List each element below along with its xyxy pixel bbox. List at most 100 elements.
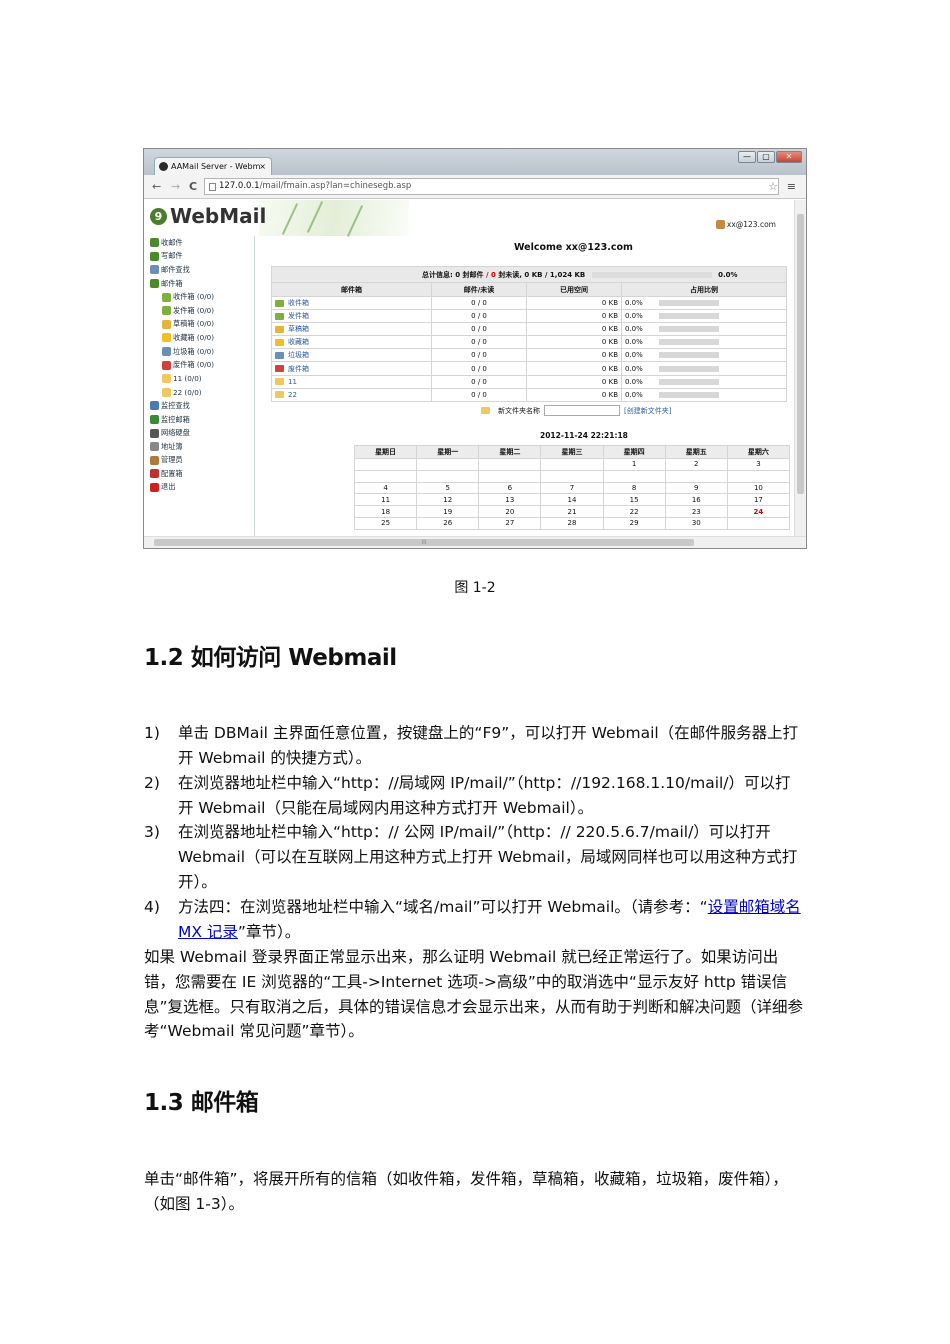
sidebar-item[interactable]: 收邮件: [150, 236, 255, 250]
section-heading-1-3: 1.3 邮件箱: [144, 1090, 259, 1116]
calendar-day[interactable]: 28: [540, 516, 604, 530]
calendar-day[interactable]: 16: [664, 493, 728, 507]
forward-icon[interactable]: →: [171, 180, 180, 193]
sidebar-item[interactable]: 发件箱 (0/0): [150, 304, 255, 318]
address-bar[interactable]: 127.0.0.1/mail/fmain.asp?lan=chinesegb.a…: [204, 178, 779, 195]
sidebar-item[interactable]: 监控查找: [150, 399, 255, 413]
webmail-logo: 9 WebMail: [150, 204, 266, 228]
mailbox-name-cell[interactable]: 收藏箱: [271, 335, 432, 350]
mailbox-row[interactable]: 草稿箱 0 / 00 KB 0.0%: [271, 322, 787, 337]
new-folder-form: 新文件夹名称 [创建新文件夹]: [481, 405, 671, 416]
calendar-day[interactable]: 18: [353, 505, 418, 518]
summary-label: 总计信息:: [422, 270, 453, 279]
minimize-button[interactable]: —: [738, 151, 756, 163]
create-folder-button[interactable]: [创建新文件夹]: [624, 406, 671, 416]
calendar-day[interactable]: 19: [416, 505, 480, 518]
vertical-scroll-thumb[interactable]: [797, 214, 804, 494]
calendar-day[interactable]: 24: [726, 505, 791, 518]
calendar-day[interactable]: 6: [478, 481, 542, 495]
back-icon[interactable]: ←: [152, 180, 161, 193]
mailbox-row[interactable]: 收件箱 0 / 00 KB 0.0%: [271, 295, 787, 311]
tab-close-icon[interactable]: ×: [259, 158, 266, 175]
mailbox-row[interactable]: 22 0 / 00 KB 0.0%: [271, 387, 787, 402]
new-folder-input[interactable]: [544, 405, 620, 416]
calendar-day[interactable]: 17: [726, 493, 791, 507]
maximize-button[interactable]: ▢: [757, 151, 775, 163]
sidebar-item-label: 22 (0/0): [173, 387, 202, 397]
sidebar-item[interactable]: 收件箱 (0/0): [150, 290, 255, 304]
sidebar-item[interactable]: 配置箱: [150, 467, 255, 481]
vertical-scrollbar[interactable]: [794, 200, 806, 537]
mailbox-name-cell[interactable]: 垃圾箱: [271, 348, 432, 363]
sidebar-item[interactable]: 监控邮箱: [150, 413, 255, 427]
calendar-day[interactable]: 30: [664, 516, 728, 530]
calendar-day[interactable]: 20: [478, 505, 542, 518]
sidebar-item[interactable]: 管理员: [150, 454, 255, 468]
summary-sep: /: [486, 270, 489, 279]
browser-tab[interactable]: AAMail Server - Webm ×: [154, 157, 272, 175]
sidebar-item[interactable]: 22 (0/0): [150, 386, 255, 400]
calendar-day[interactable]: 27: [478, 516, 542, 530]
sidebar-item[interactable]: 退出: [150, 481, 255, 495]
close-button[interactable]: ✕: [776, 151, 802, 163]
calendar-weekday: 星期五: [664, 445, 728, 459]
sidebar-item-label: 网络硬盘: [161, 428, 190, 438]
sidebar-item[interactable]: 邮件查找: [150, 263, 255, 277]
calendar-day[interactable]: 21: [540, 505, 604, 518]
sidebar-item[interactable]: 写邮件: [150, 250, 255, 264]
calendar-day[interactable]: 11: [353, 493, 418, 507]
mailbox-row[interactable]: 发件箱 0 / 00 KB 0.0%: [271, 309, 787, 324]
sidebar-item[interactable]: 收藏箱 (0/0): [150, 331, 255, 345]
horizontal-scrollbar[interactable]: III: [144, 536, 806, 548]
sidebar-item-icon: [150, 238, 159, 248]
calendar-day[interactable]: 2: [664, 458, 728, 471]
calendar-day[interactable]: 22: [602, 505, 666, 518]
mailbox-usage-bar: [658, 391, 719, 398]
menu-icon[interactable]: ≡: [787, 180, 796, 193]
bookmark-star-icon[interactable]: ☆: [768, 180, 778, 193]
sidebar-item[interactable]: 垃圾箱 (0/0): [150, 345, 255, 359]
sidebar-item[interactable]: 邮件箱: [150, 277, 255, 291]
calendar-day[interactable]: 3: [726, 458, 791, 471]
calendar-day[interactable]: 4: [353, 481, 418, 495]
sidebar-item[interactable]: 11 (0/0): [150, 372, 255, 386]
reload-icon[interactable]: C: [189, 180, 197, 193]
mailbox-ratio-cell: 0.0%: [621, 348, 787, 363]
calendar-spacer-row: [353, 469, 791, 483]
mailbox-size: 0 KB: [526, 361, 622, 376]
sidebar-item-icon: [162, 292, 171, 302]
mailbox-row[interactable]: 垃圾箱 0 / 00 KB 0.0%: [271, 348, 787, 363]
mailbox-name-cell[interactable]: 11: [271, 374, 432, 389]
calendar-day[interactable]: 8: [602, 481, 666, 495]
mailbox-name-cell[interactable]: 收件箱: [271, 295, 432, 311]
calendar-day[interactable]: 9: [664, 481, 728, 495]
calendar-day[interactable]: 13: [478, 493, 542, 507]
mailbox-row[interactable]: 11 0 / 00 KB 0.0%: [271, 374, 787, 389]
calendar-day[interactable]: 7: [540, 481, 604, 495]
sidebar-item[interactable]: 网络硬盘: [150, 426, 255, 440]
mailbox-row[interactable]: 收藏箱 0 / 00 KB 0.0%: [271, 335, 787, 350]
calendar-day[interactable]: 29: [602, 516, 666, 530]
sidebar-item[interactable]: 废件箱 (0/0): [150, 358, 255, 372]
calendar-day[interactable]: 12: [416, 493, 480, 507]
sidebar-item[interactable]: 草稿箱 (0/0): [150, 318, 255, 332]
mailbox-count: 0 / 0: [431, 361, 527, 376]
calendar-day[interactable]: 23: [664, 505, 728, 518]
mailbox-name-cell[interactable]: 发件箱: [271, 309, 432, 324]
mailbox-name-cell[interactable]: 22: [271, 387, 432, 402]
sidebar-item-label: 邮件查找: [161, 264, 190, 274]
calendar-day[interactable]: 25: [353, 516, 418, 530]
summary-size: 0 KB / 1,024 KB: [524, 270, 586, 279]
horizontal-scroll-thumb[interactable]: III: [154, 539, 694, 546]
mailbox-icon: [275, 391, 284, 399]
calendar-day[interactable]: 15: [602, 493, 666, 507]
mailbox-row[interactable]: 废件箱 0 / 00 KB 0.0%: [271, 361, 787, 376]
calendar-day[interactable]: 14: [540, 493, 604, 507]
mailbox-name-cell[interactable]: 草稿箱: [271, 322, 432, 337]
calendar-day[interactable]: 10: [726, 481, 791, 495]
sidebar-item[interactable]: 地址簿: [150, 440, 255, 454]
mailbox-name-cell[interactable]: 废件箱: [271, 361, 432, 376]
calendar-day[interactable]: 26: [416, 516, 480, 530]
calendar-day[interactable]: 1: [602, 458, 666, 471]
calendar-day[interactable]: 5: [416, 481, 480, 495]
